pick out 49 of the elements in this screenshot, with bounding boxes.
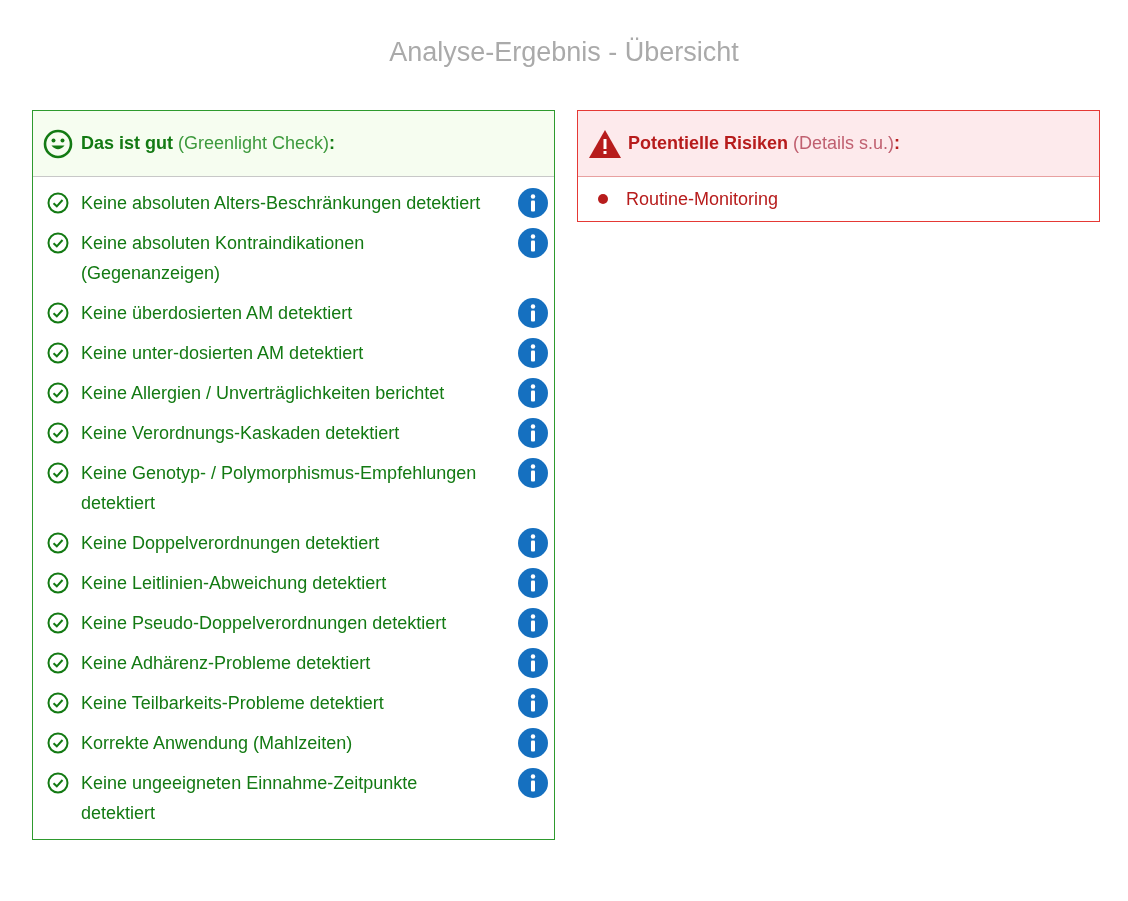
check-circle-icon: [47, 232, 69, 254]
check-circle-icon: [47, 302, 69, 324]
info-icon[interactable]: [518, 568, 548, 598]
info-icon[interactable]: [518, 298, 548, 328]
check-item-text: Keine Adhärenz-Probleme detektiert: [81, 652, 372, 675]
check-circle-icon: [47, 652, 69, 674]
check-item-text: Keine Teilbarkeits-Probleme detektiert: [81, 692, 385, 715]
info-icon[interactable]: [518, 608, 548, 638]
info-icon[interactable]: [518, 338, 548, 368]
page-title: Analyse-Ergebnis - Übersicht: [388, 36, 740, 69]
check-circle-icon: [47, 342, 69, 364]
check-circle-icon: [47, 382, 69, 404]
panel-heading: Potentielle Risiken (Details s.u.):: [628, 132, 901, 155]
check-item-text: Keine absoluten Alters-Beschränkungen detektiert: [81, 192, 482, 215]
check-circle-icon: [47, 462, 69, 484]
smiley-icon: [43, 128, 73, 159]
panel-heading: Das ist gut (Greenlight Check):: [81, 132, 336, 155]
check-circle-icon: [47, 772, 69, 794]
check-item-text: Keine Allergien / Unverträglichkeiten berichtet: [81, 382, 446, 405]
check-circle-icon: [47, 612, 69, 634]
info-icon[interactable]: [518, 528, 548, 558]
info-icon[interactable]: [518, 728, 548, 758]
warning-icon: [588, 128, 622, 159]
bullet-icon: [598, 194, 608, 204]
info-icon[interactable]: [518, 648, 548, 678]
check-item-text: Keine absoluten Kontraindikationen (Gegenanzeigen): [81, 232, 366, 285]
check-item-text: Keine ungeeigneten Einnahme-Zeitpunkte detektiert: [81, 772, 419, 825]
risk-item-text: Routine-Monitoring: [626, 188, 779, 211]
info-icon[interactable]: [518, 458, 548, 488]
check-item-text: Keine Doppelverordnungen detektiert: [81, 532, 381, 555]
check-item-text: Keine unter-dosierten AM detektiert: [81, 342, 365, 365]
info-icon[interactable]: [518, 688, 548, 718]
info-icon[interactable]: [518, 188, 548, 218]
check-item-text: Keine Pseudo-Doppelverordnungen detektiert: [81, 612, 448, 635]
check-circle-icon: [47, 732, 69, 754]
check-circle-icon: [47, 532, 69, 554]
check-item-text: Keine überdosierten AM detektiert: [81, 302, 354, 325]
check-circle-icon: [47, 422, 69, 444]
check-item-text: Korrekte Anwendung (Mahlzeiten): [81, 732, 354, 755]
check-circle-icon: [47, 192, 69, 214]
check-circle-icon: [47, 692, 69, 714]
check-item-text: Keine Leitlinien-Abweichung detektiert: [81, 572, 388, 595]
info-icon[interactable]: [518, 228, 548, 258]
info-icon[interactable]: [518, 378, 548, 408]
info-icon[interactable]: [518, 768, 548, 798]
check-circle-icon: [47, 572, 69, 594]
check-item-text: Keine Verordnungs-Kaskaden detektiert: [81, 422, 401, 445]
info-icon[interactable]: [518, 418, 548, 448]
check-item-text: Keine Genotyp- / Polymorphismus-Empfehlungen detektiert: [81, 462, 478, 515]
